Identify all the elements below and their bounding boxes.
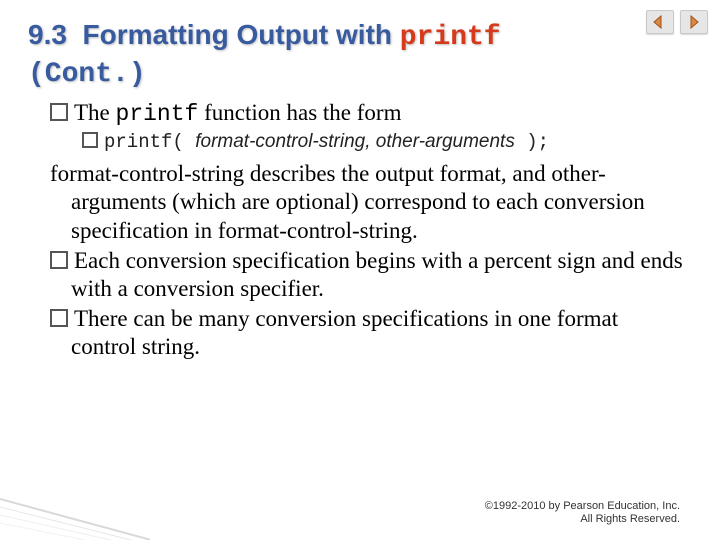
prev-button[interactable] [646,10,674,34]
nav-controls [646,10,708,34]
bullet-item: There can be many conversion specificati… [50,305,684,361]
next-button[interactable] [680,10,708,34]
heading-title-code: printf [400,22,501,53]
slide-heading: 9.3 Formatting Output with printf (Cont.… [28,18,628,91]
arrow-right-icon [686,15,702,29]
bullet-text: There can be many conversion specificati… [71,306,618,359]
bullet-item: The printf function has the form [50,99,684,128]
bullet-text-code: printf [116,101,199,127]
footer-line-2: All Rights Reserved. [485,513,680,526]
code-post: ); [515,131,549,153]
bullet-marker-icon [50,251,68,269]
heading-cont: (Cont.) [28,59,146,90]
bullet-text: Each conversion specification begins wit… [71,248,683,301]
corner-decoration-icon [0,455,150,540]
bullet-text-post: function has the form [198,100,401,125]
footer-line-1: ©1992-2010 by Pearson Education, Inc. [485,500,680,513]
slide-body: The printf function has the form printf(… [50,99,684,361]
bullet-marker-icon [82,132,98,148]
copyright-footer: ©1992-2010 by Pearson Education, Inc. Al… [485,500,680,526]
bullet-item: Each conversion specification begins wit… [50,247,684,303]
bullet-marker-icon [50,309,68,327]
heading-title-plain: Formatting Output with [83,19,393,50]
sub-bullet-item: printf( format-control-string, other-arg… [50,130,684,154]
heading-section-number: 9.3 [28,19,67,50]
bullet-text-pre: The [74,100,116,125]
slide: 9.3 Formatting Output with printf (Cont.… [0,0,720,540]
arrow-left-icon [652,15,668,29]
code-pre: printf( [104,131,195,153]
paragraph-text: format-control-string describes the outp… [50,161,645,242]
code-args: format-control-string, other-arguments [195,131,515,152]
paragraph-continuation: format-control-string describes the outp… [50,160,684,244]
bullet-marker-icon [50,103,68,121]
